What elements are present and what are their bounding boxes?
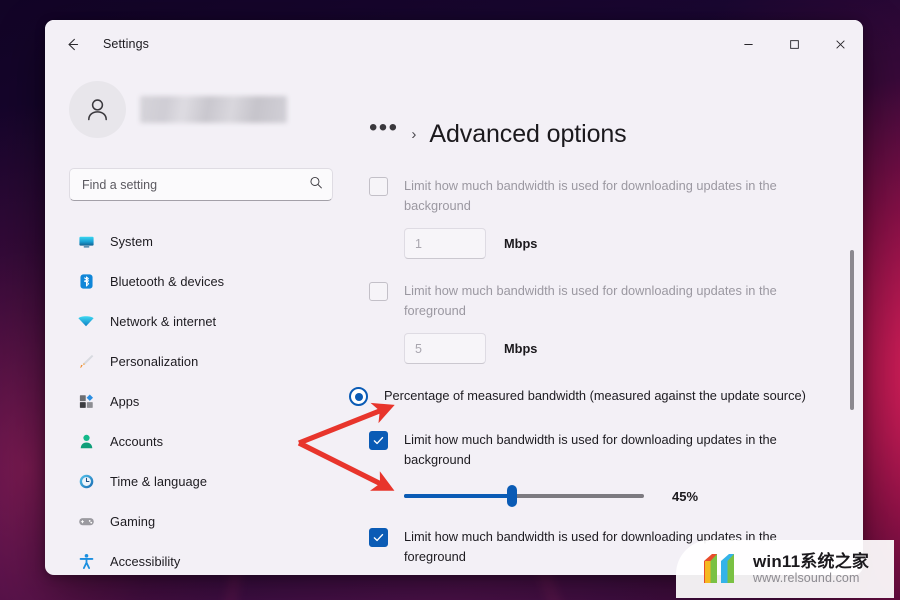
checkbox-row: Limit how much bandwidth is used for dow… — [369, 176, 863, 215]
win11-logo-icon — [704, 554, 734, 583]
minimize-icon — [743, 43, 753, 45]
option-label: Limit how much bandwidth is used for dow… — [404, 178, 777, 213]
search-input[interactable] — [69, 168, 333, 201]
bandwidth-field-row: Mbps — [404, 228, 863, 259]
close-button[interactable] — [817, 20, 863, 68]
sidebar-item-accessibility[interactable]: Accessibility — [65, 541, 331, 575]
check-icon — [373, 436, 384, 445]
sidebar-item-label: Apps — [110, 393, 140, 409]
sidebar-item-label: Personalization — [110, 353, 199, 369]
gamepad-icon — [77, 512, 95, 530]
breadcrumb-overflow-button[interactable]: ••• — [369, 115, 398, 140]
apps-grid-icon — [77, 392, 95, 410]
sidebar-item-label: Bluetooth & devices — [110, 273, 225, 289]
slider-percent-background[interactable] — [404, 485, 644, 507]
maximize-icon — [789, 39, 799, 49]
watermark-text: win11系统之家 www.relsound.com — [753, 551, 870, 586]
checkbox-absolute-background — [369, 177, 388, 196]
radio-dot — [354, 392, 363, 401]
account-row[interactable] — [65, 68, 331, 138]
maximize-button[interactable] — [771, 20, 817, 68]
watermark-title: win11系统之家 — [753, 551, 870, 571]
sidebar-item-apps[interactable]: Apps — [65, 381, 331, 421]
content-scrollbar[interactable] — [847, 68, 857, 575]
sidebar-item-label: Accounts — [110, 433, 164, 449]
breadcrumb: ••• › Advanced options — [369, 115, 863, 149]
sidebar: System Bluetooth & devices — [45, 68, 345, 575]
option-group-percent-background: Limit how much bandwidth is used for dow… — [369, 430, 863, 507]
check-icon — [373, 533, 384, 542]
bluetooth-icon — [77, 272, 95, 290]
radio-label: Percentage of measured bandwidth (measur… — [384, 388, 806, 403]
settings-options-list: Limit how much bandwidth is used for dow… — [349, 176, 863, 575]
paintbrush-icon — [77, 352, 95, 370]
sidebar-item-label: Time & language — [110, 473, 208, 489]
clock-icon — [77, 472, 95, 490]
window-title: Settings — [103, 37, 149, 51]
settings-window: Settings Find a setting System Bluetooth… — [45, 20, 863, 575]
back-button[interactable] — [56, 28, 88, 60]
option-group-absolute-background: Limit how much bandwidth is used for dow… — [369, 176, 863, 259]
sidebar-item-label: Accessibility — [110, 553, 181, 569]
option-label: Limit how much bandwidth is used for dow… — [404, 432, 777, 467]
option-label: Limit how much bandwidth is used for dow… — [404, 283, 777, 318]
person-icon — [77, 432, 95, 450]
slider-value-label: 45% — [672, 488, 699, 504]
checkbox-percent-background[interactable] — [369, 431, 388, 450]
back-arrow-icon — [67, 38, 78, 50]
chevron-right-icon: › — [411, 126, 417, 143]
window-controls — [725, 20, 863, 68]
checkbox-percent-foreground[interactable] — [369, 528, 388, 547]
person-avatar-icon — [88, 99, 107, 121]
sidebar-item-bluetooth-devices[interactable]: Bluetooth & devices — [65, 261, 331, 301]
sidebar-item-label: Gaming — [110, 513, 156, 529]
unit-label: Mbps — [504, 341, 538, 356]
sidebar-item-label: System — [110, 233, 153, 249]
scrollbar-thumb[interactable] — [850, 250, 854, 410]
title-bar: Settings — [45, 20, 863, 68]
checkbox-row: Limit how much bandwidth is used for dow… — [369, 281, 863, 320]
sidebar-item-label: Network & internet — [110, 313, 217, 329]
minimize-button[interactable] — [725, 20, 771, 68]
window-body: System Bluetooth & devices — [45, 68, 863, 575]
accessibility-icon — [77, 552, 95, 570]
sidebar-item-gaming[interactable]: Gaming — [65, 501, 331, 541]
content-pane: ••• › Advanced options Limit how much ba… — [345, 68, 863, 575]
sidebar-item-network-internet[interactable]: Network & internet — [65, 301, 331, 341]
wifi-icon — [77, 312, 95, 330]
sidebar-nav: System Bluetooth & devices Network & int… — [65, 221, 331, 575]
sidebar-item-personalization[interactable]: Personalization — [65, 341, 331, 381]
radio-percentage-measured-bandwidth[interactable]: Percentage of measured bandwidth (measur… — [349, 386, 863, 406]
sidebar-item-system[interactable]: System — [65, 221, 331, 261]
bandwidth-input-foreground — [404, 333, 486, 364]
checkbox-row: Limit how much bandwidth is used for dow… — [369, 430, 863, 469]
option-group-absolute-foreground: Limit how much bandwidth is used for dow… — [369, 281, 863, 364]
checkbox-absolute-foreground — [369, 282, 388, 301]
sidebar-item-time-language[interactable]: Time & language — [65, 461, 331, 501]
bandwidth-input-background — [404, 228, 486, 259]
slider-row: 45% — [404, 485, 863, 507]
sidebar-item-accounts[interactable]: Accounts — [65, 421, 331, 461]
system-monitor-icon — [77, 232, 95, 250]
watermark: win11系统之家 www.relsound.com — [676, 540, 894, 598]
slider-fill — [404, 494, 512, 498]
page-title: Advanced options — [429, 120, 627, 148]
slider-thumb[interactable] — [507, 485, 517, 507]
bandwidth-field-row: Mbps — [404, 333, 863, 364]
avatar — [69, 81, 126, 138]
watermark-url: www.relsound.com — [753, 571, 860, 586]
account-name-redacted — [140, 96, 287, 123]
close-icon — [835, 39, 845, 49]
unit-label: Mbps — [504, 236, 538, 251]
search-box — [69, 168, 333, 201]
radio-button[interactable] — [349, 387, 368, 406]
